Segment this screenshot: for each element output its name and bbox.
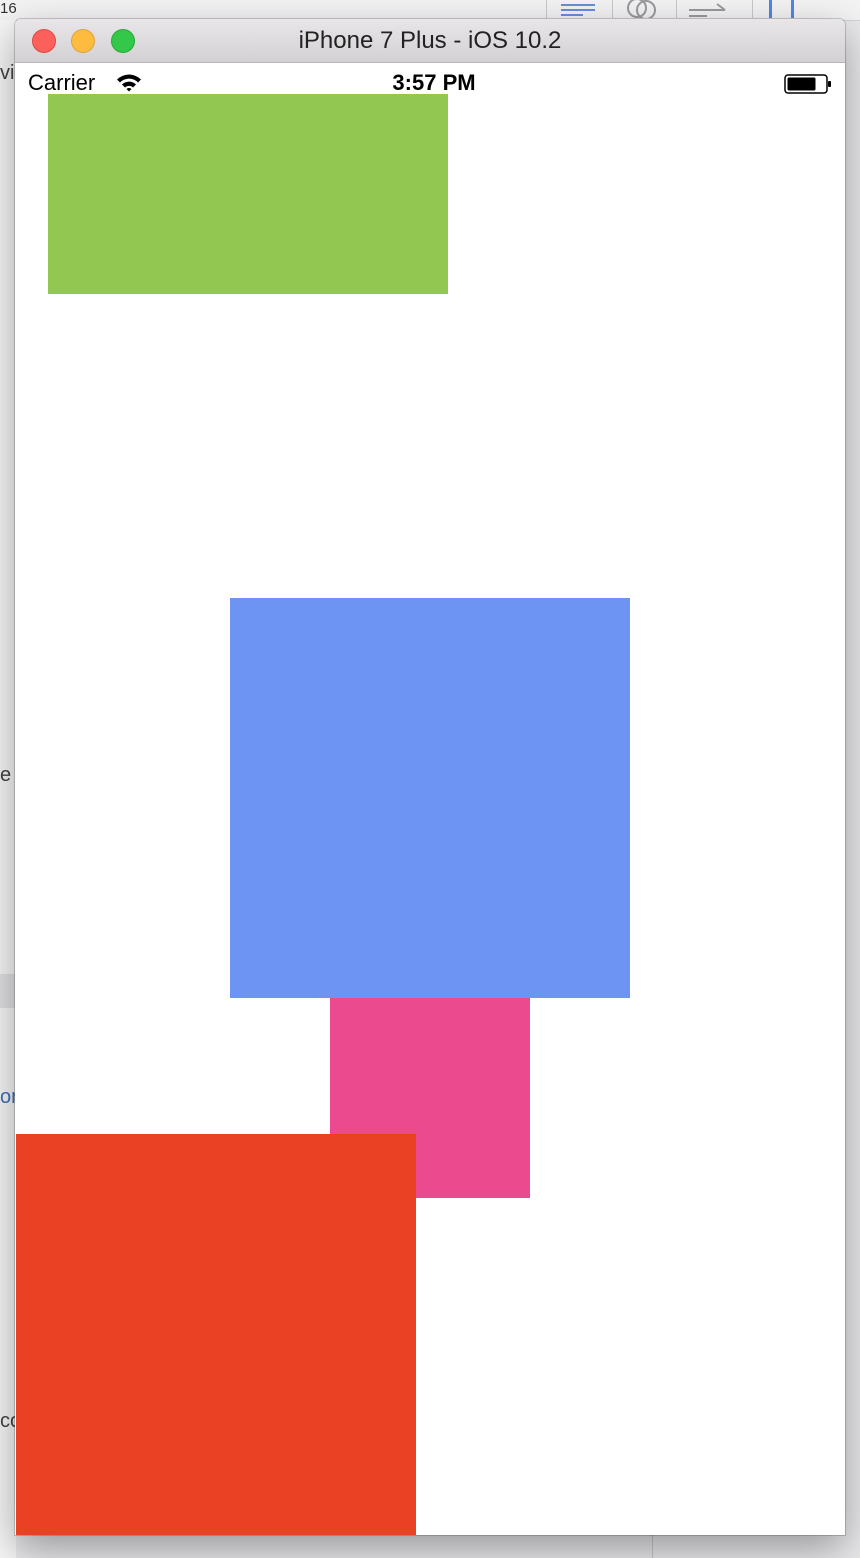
xcode-left-fragment: vi — [0, 62, 15, 84]
simulator-titlebar[interactable]: iPhone 7 Plus - iOS 10.2 — [15, 19, 845, 63]
xcode-toolbar: 16 — [0, 0, 860, 21]
assistant-editor-icon[interactable] — [612, 0, 669, 18]
blue-view — [230, 598, 630, 998]
version-editor-icon[interactable] — [676, 0, 737, 18]
xcode-left-selected-row — [0, 974, 16, 1008]
xcode-left-fragment: e — [0, 764, 12, 786]
xcode-corner-text: 16 — [0, 0, 17, 17]
battery-icon — [784, 73, 832, 100]
xcode-pane-divider — [652, 1534, 653, 1558]
navigator-toggle-icon[interactable] — [752, 0, 813, 18]
window-title: iPhone 7 Plus - iOS 10.2 — [298, 27, 562, 54]
device-screen[interactable]: Carrier 3:57 PM — [16, 63, 844, 1535]
simulator-window: iPhone 7 Plus - iOS 10.2 Carrier 3:57 PM — [15, 19, 845, 1535]
standard-editor-icon[interactable] — [546, 0, 607, 18]
red-view — [16, 1134, 416, 1535]
green-view — [48, 94, 448, 294]
xcode-left-pane — [0, 20, 16, 1558]
